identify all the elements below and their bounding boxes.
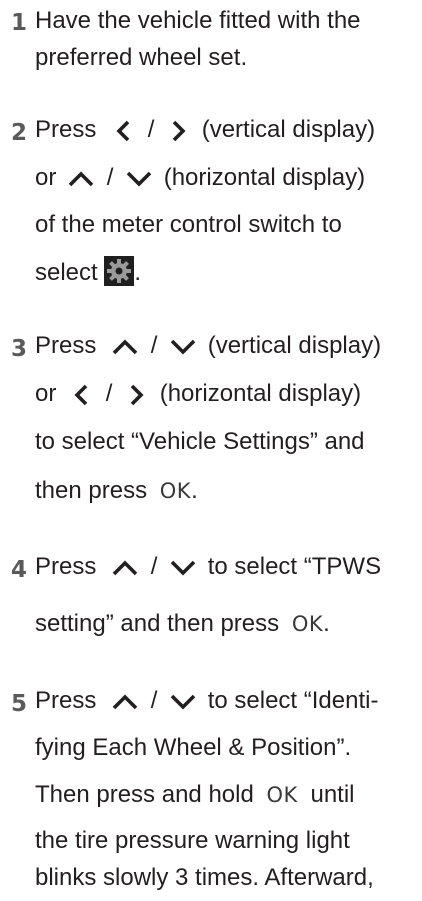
step-text-line: Press / to select “TPWS [35,552,381,582]
slash: / [106,164,114,191]
step-text-line: or / (horizontal display) [35,379,361,409]
chevron-up-icon [112,694,138,709]
period: . [323,610,330,637]
text: until [310,781,355,808]
slash: / [147,116,155,143]
text: to select “TPWS [207,553,382,580]
chevron-up-icon [68,171,94,186]
chevron-left-icon [116,120,130,141]
ok-button-label: OK [291,612,324,636]
step-text-line: fying Each Wheel & Position”. [35,734,352,761]
slash: / [150,553,158,580]
step-text-line: Press / to select “Identi- [35,686,378,716]
step-number: 1 [11,10,28,36]
text: or [35,164,57,191]
chevron-right-icon [172,120,186,141]
text: Press [35,553,97,580]
text: or [35,380,57,407]
step-text-line: setting” and then press OK. [35,609,330,639]
ok-button-label: OK [266,783,298,807]
text: setting” and then press [35,610,280,637]
chevron-right-icon [130,384,144,405]
text: (vertical display) [201,116,376,143]
step-text-line: to select “Vehicle Settings” and [35,428,365,455]
step-text-line: then press OK. [35,476,198,506]
chevron-left-icon [74,384,88,405]
step-text-line: or / (horizontal display) [35,163,365,193]
step-text-line: Have the vehicle fitted with the [35,7,361,34]
step-text-line: Then press and hold OK until [35,780,355,810]
chevron-down-icon [126,171,152,187]
text: (vertical display) [207,332,382,359]
chevron-down-icon [170,694,196,710]
text: Press [35,687,97,714]
slash: / [150,332,158,359]
step-number: 3 [11,336,28,362]
text: Then press and hold [35,781,254,808]
text: (horizontal display) [163,164,366,191]
step-text-line: the tire pressure warning light [35,827,350,854]
step-number: 4 [11,557,28,583]
chevron-down-icon [170,560,196,576]
step-text-line: blinks slowly 3 times. Afterward, [35,864,374,891]
chevron-up-icon [112,339,138,354]
text: to select “Identi- [207,687,379,714]
gear-icon [104,256,135,286]
step-number: 2 [11,120,28,146]
ok-button-label: OK [159,479,192,503]
slash: / [105,380,113,407]
period: . [191,477,198,504]
step-text-line: select . [35,256,141,288]
step-text-line: Press / (vertical display) [35,331,381,361]
text: then press [35,477,148,504]
step-text-line: Press / (vertical display) [35,115,375,145]
text: Press [35,332,97,359]
text: select [35,259,98,286]
chevron-down-icon [170,339,196,355]
text: (horizontal display) [159,380,362,407]
step-text-line: of the meter control switch to [35,211,342,238]
text: Press [35,116,97,143]
step-text-line: preferred wheel set. [35,44,248,71]
chevron-up-icon [112,560,138,575]
slash: / [150,687,158,714]
step-number: 5 [11,691,28,717]
period: . [134,259,142,286]
